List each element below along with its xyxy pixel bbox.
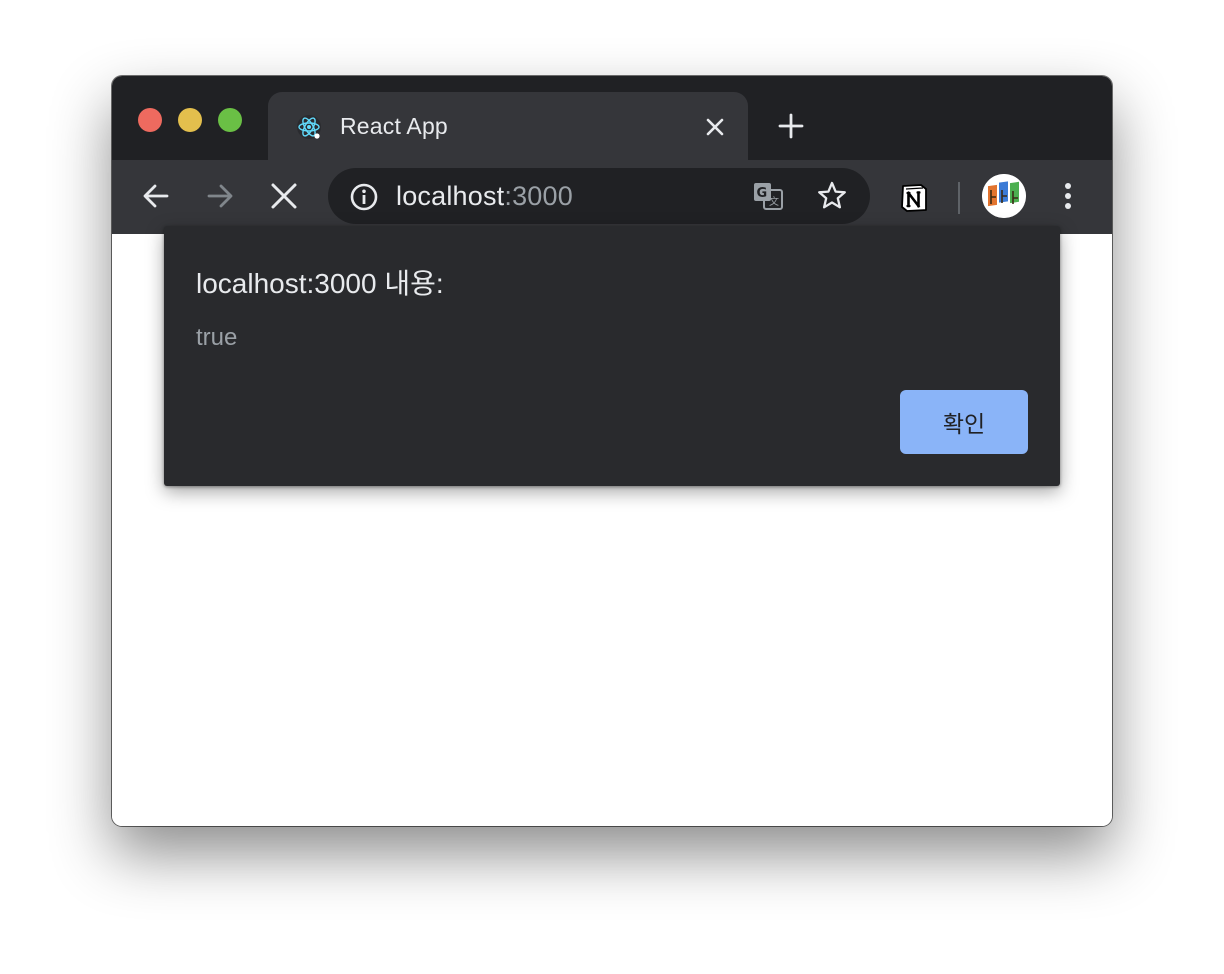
translate-icon[interactable]: G 文: [752, 180, 784, 212]
tab-react-app[interactable]: React App: [268, 92, 748, 160]
window-close-button[interactable]: [138, 108, 162, 132]
toolbar: localhost:3000 G 文: [112, 160, 1112, 234]
tab-title: React App: [340, 113, 448, 139]
url-host: localhost: [396, 181, 505, 211]
address-bar[interactable]: localhost:3000 G 文: [328, 168, 870, 224]
svg-text:G: G: [757, 186, 768, 201]
star-icon[interactable]: [816, 180, 848, 212]
close-icon[interactable]: [702, 114, 728, 140]
url-port: :3000: [504, 181, 573, 211]
plus-icon[interactable]: [776, 111, 806, 141]
window-zoom-button[interactable]: [218, 108, 242, 132]
react-logo-icon: [297, 115, 321, 139]
notion-icon[interactable]: [898, 182, 930, 214]
arrow-left-icon[interactable]: [140, 180, 172, 212]
dialog-title: localhost:3000 내용:: [196, 268, 444, 299]
stop-icon[interactable]: [268, 180, 300, 212]
alert-dialog: localhost:3000 내용: true 확인: [164, 226, 1060, 486]
avatar[interactable]: [982, 174, 1026, 218]
profile-avatar-icon: [982, 174, 1026, 218]
svg-text:文: 文: [769, 195, 779, 208]
title-bar: React App: [112, 76, 1112, 160]
window-minimize-button[interactable]: [178, 108, 202, 132]
ok-button[interactable]: 확인: [900, 390, 1028, 454]
info-icon[interactable]: [349, 182, 379, 212]
toolbar-divider: [958, 182, 960, 214]
arrow-right-icon[interactable]: [204, 180, 236, 212]
more-vertical-icon[interactable]: [1052, 180, 1084, 212]
dialog-message: true: [196, 324, 238, 351]
url-text[interactable]: localhost:3000: [396, 181, 573, 212]
